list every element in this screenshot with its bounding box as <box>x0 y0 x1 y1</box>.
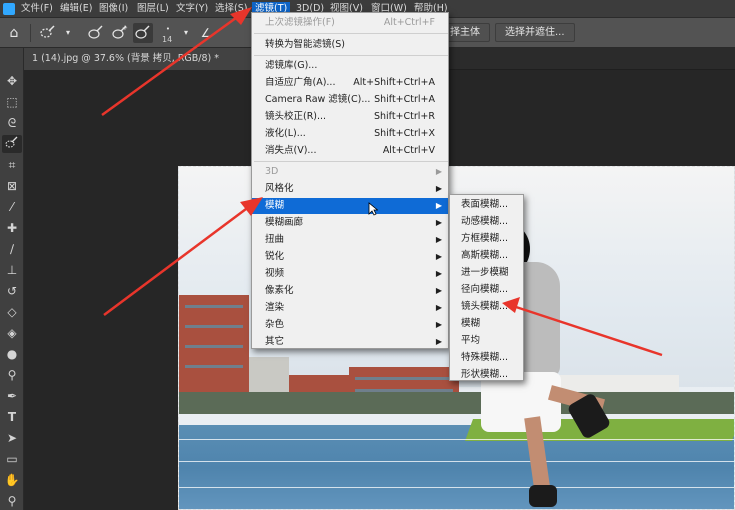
submenu-item-lens-blur[interactable]: 镜头模糊... <box>450 298 523 315</box>
quick-selection-tool-icon[interactable] <box>38 23 58 43</box>
crop-tool-icon[interactable]: ⌗ <box>2 156 22 174</box>
mouse-cursor-icon <box>368 202 378 216</box>
history-brush-tool-icon[interactable]: ↺ <box>2 282 22 300</box>
select-and-mask-button[interactable]: 选择并遮住... <box>495 23 575 42</box>
eraser-tool-icon[interactable]: ◇ <box>2 303 22 321</box>
track-lane <box>179 487 734 488</box>
menu-image[interactable]: 图像(I) <box>96 2 131 16</box>
menu-item-last-filter: 上次滤镜操作(F) Alt+Ctrl+F <box>265 17 435 28</box>
pen-tool-icon[interactable]: ✒ <box>2 387 22 405</box>
frame-tool-icon[interactable]: ⊠ <box>2 177 22 195</box>
quick-selection-tool-icon[interactable] <box>2 135 22 153</box>
submenu-arrow-icon: ▶ <box>435 167 442 176</box>
menu-item-video[interactable]: 视频 ▶ <box>252 266 448 282</box>
menu-select[interactable]: 选择(S) <box>212 2 250 16</box>
submenu-item-box-blur[interactable]: 方框模糊... <box>450 230 523 247</box>
menu-item-stylize[interactable]: 风格化 ▶ <box>252 181 448 197</box>
submenu-arrow-icon: ▶ <box>435 286 442 295</box>
submenu-arrow-icon: ▶ <box>435 252 442 261</box>
menu-item-vanishing-point[interactable]: 消失点(V)... Alt+Ctrl+V <box>252 143 448 159</box>
svg-text:+: + <box>122 24 128 32</box>
menu-item-distort[interactable]: 扭曲 ▶ <box>252 232 448 248</box>
menu-item-3d: 3D ▶ <box>252 164 448 180</box>
brush-size-value: 14 <box>162 35 173 44</box>
rectangle-tool-icon[interactable]: ▭ <box>2 450 22 468</box>
track-lane <box>179 439 734 440</box>
zoom-tool-icon[interactable]: ⚲ <box>2 492 22 510</box>
menu-item-blur-gallery[interactable]: 模糊画廊 ▶ <box>252 215 448 231</box>
submenu-item-gaussian-blur[interactable]: 高斯模糊... <box>450 247 523 264</box>
submenu-item-blur-more[interactable]: 进一步模糊 <box>450 264 523 281</box>
angle-icon[interactable]: ∠ <box>196 23 216 43</box>
track-lane <box>179 461 734 462</box>
chevron-down-icon[interactable]: ▾ <box>58 23 78 43</box>
blur-submenu: 表面模糊... 动感模糊... 方框模糊... 高斯模糊... 进一步模糊 径向… <box>449 194 524 381</box>
move-tool-icon[interactable]: ✥ <box>2 72 22 90</box>
submenu-item-smart-blur[interactable]: 特殊模糊... <box>450 349 523 366</box>
divider <box>30 24 31 42</box>
submenu-arrow-icon: ▶ <box>435 201 442 210</box>
brush-picker-chevron-icon[interactable]: ▾ <box>176 23 196 43</box>
menu-item-render[interactable]: 渲染 ▶ <box>252 300 448 316</box>
menu-item-camera-raw[interactable]: Camera Raw 滤镜(C)... Shift+Ctrl+A <box>252 92 448 108</box>
submenu-item-blur[interactable]: 模糊 <box>450 315 523 332</box>
marquee-tool-icon[interactable]: ⬚ <box>2 93 22 111</box>
menu-item-lens-correction[interactable]: 镜头校正(R)... Shift+Ctrl+R <box>252 109 448 125</box>
submenu-arrow-icon: ▶ <box>435 218 442 227</box>
submenu-item-shape-blur[interactable]: 形状模糊... <box>450 366 523 383</box>
menu-item-liquify[interactable]: 液化(L)... Shift+Ctrl+X <box>252 126 448 142</box>
photo-building <box>179 295 249 400</box>
menu-item-blur[interactable]: 模糊 ▶ <box>252 198 448 214</box>
runner-shoe <box>529 485 557 507</box>
menu-separator <box>254 55 448 56</box>
dodge-tool-icon[interactable]: ⚲ <box>2 366 22 384</box>
menu-separator <box>254 33 448 34</box>
submenu-arrow-icon: ▶ <box>435 320 442 329</box>
new-selection-icon[interactable] <box>86 23 106 43</box>
healing-brush-tool-icon[interactable]: ✚ <box>2 219 22 237</box>
submenu-item-average[interactable]: 平均 <box>450 332 523 349</box>
paint-bucket-tool-icon[interactable]: ◈ <box>2 324 22 342</box>
blur-tool-icon[interactable]: ● <box>2 345 22 363</box>
home-icon[interactable]: ⌂ <box>4 23 24 43</box>
submenu-item-surface-blur[interactable]: 表面模糊... <box>450 196 523 213</box>
submenu-arrow-icon: ▶ <box>435 303 442 312</box>
subtract-from-selection-icon[interactable] <box>133 23 153 43</box>
menu-item-noise[interactable]: 杂色 ▶ <box>252 317 448 333</box>
path-selection-tool-icon[interactable]: ➤ <box>2 429 22 447</box>
photoshop-logo-icon[interactable] <box>3 3 15 15</box>
menu-type[interactable]: 文字(Y) <box>173 2 211 16</box>
menu-item-adaptive-wide-angle[interactable]: 自适应广角(A)... Alt+Shift+Ctrl+A <box>252 75 448 91</box>
type-tool-icon[interactable]: T <box>2 408 22 426</box>
menu-item-filter-gallery[interactable]: 滤镜库(G)... <box>252 58 448 74</box>
menu-item-sharpen[interactable]: 锐化 ▶ <box>252 249 448 265</box>
document-tab[interactable]: 1 (14).jpg @ 37.6% (背景 拷贝, RGB/8) * <box>24 48 264 70</box>
menu-layer[interactable]: 图层(L) <box>134 2 172 16</box>
tools-panel: ✥ ⬚ ᘓ ⌗ ⊠ ⁄ ✚ ∕ ⊥ ↺ ◇ ◈ ● ⚲ ✒ T ➤ ▭ ✋ ⚲ <box>0 48 24 510</box>
filter-menu: 上次滤镜操作(F) Alt+Ctrl+F 转换为智能滤镜(S) 滤镜库(G)...… <box>251 12 449 349</box>
eyedropper-tool-icon[interactable]: ⁄ <box>2 198 22 216</box>
menu-edit[interactable]: 编辑(E) <box>57 2 95 16</box>
brush-tool-icon[interactable]: ∕ <box>2 240 22 258</box>
lasso-tool-icon[interactable]: ᘓ <box>2 114 22 132</box>
menu-item-other[interactable]: 其它 ▶ <box>252 334 448 350</box>
menu-separator <box>254 161 448 162</box>
submenu-arrow-icon: ▶ <box>435 269 442 278</box>
submenu-arrow-icon: ▶ <box>435 235 442 244</box>
clone-stamp-tool-icon[interactable]: ⊥ <box>2 261 22 279</box>
menu-item-pixelate[interactable]: 像素化 ▶ <box>252 283 448 299</box>
add-to-selection-icon[interactable]: + <box>110 23 130 43</box>
photo-trees <box>179 392 734 414</box>
submenu-arrow-icon: ▶ <box>435 184 442 193</box>
submenu-arrow-icon: ▶ <box>435 337 442 346</box>
hand-tool-icon[interactable]: ✋ <box>2 471 22 489</box>
submenu-item-radial-blur[interactable]: 径向模糊... <box>450 281 523 298</box>
menu-item-convert-smart-filter[interactable]: 转换为智能滤镜(S) <box>252 37 448 53</box>
submenu-item-motion-blur[interactable]: 动感模糊... <box>450 213 523 230</box>
menu-file[interactable]: 文件(F) <box>18 2 56 16</box>
